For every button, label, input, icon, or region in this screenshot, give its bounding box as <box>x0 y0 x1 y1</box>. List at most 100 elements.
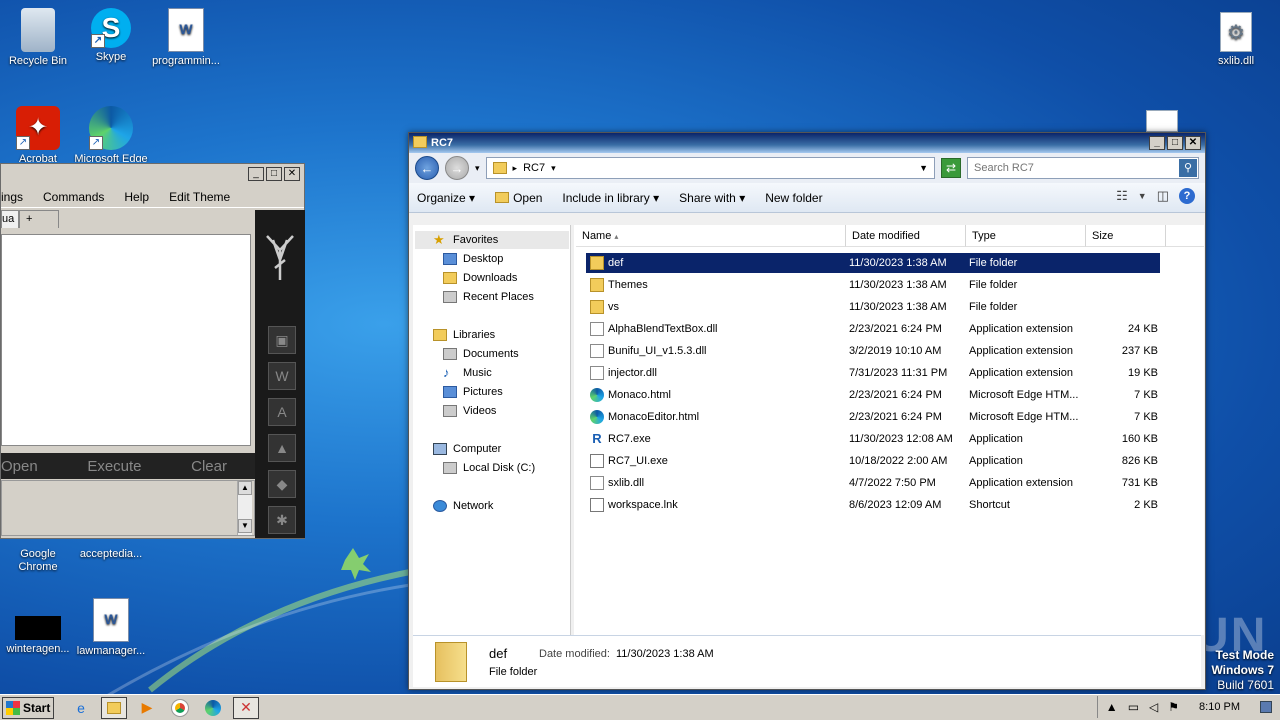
column-type[interactable]: Type <box>966 225 1086 247</box>
shield-icon[interactable]: ◆ <box>268 470 296 498</box>
menu-commands[interactable]: Commands <box>43 190 104 204</box>
recent-dropdown-icon[interactable]: ▾ <box>475 163 480 174</box>
fox-icon[interactable]: ✱ <box>268 506 296 534</box>
explorer-taskbar-icon[interactable] <box>101 696 127 719</box>
explorer-titlebar[interactable]: RC7 _ □ ✕ <box>409 133 1205 153</box>
start-button[interactable]: Start <box>2 696 54 719</box>
nav-videos[interactable]: Videos <box>443 402 496 420</box>
refresh-button[interactable]: ⇄ <box>941 158 961 178</box>
script-hub-icon[interactable]: A <box>268 398 296 426</box>
nav-music[interactable]: ♪ Music <box>443 364 492 382</box>
open-button[interactable]: Open <box>1 458 38 475</box>
search-input[interactable] <box>968 158 1178 178</box>
column-name[interactable]: Name ▴ <box>576 225 846 247</box>
help-icon[interactable]: ? <box>1179 188 1195 204</box>
winteragent-icon[interactable]: winteragen... <box>0 608 76 656</box>
tab-script[interactable]: ua <box>1 210 19 228</box>
skype-icon[interactable]: S ↗ Skype <box>73 8 149 64</box>
scroll-up-icon[interactable]: ▲ <box>238 481 252 495</box>
word-document-icon[interactable]: W programmin... <box>148 8 224 68</box>
address-dropdown-icon[interactable]: ▼ <box>919 163 928 173</box>
nav-computer[interactable]: Computer <box>433 440 501 458</box>
network-tray-icon[interactable]: ▭ <box>1128 700 1139 714</box>
chrome-icon[interactable]: Google Chrome <box>0 540 76 574</box>
preview-pane-icon[interactable]: ◫ <box>1157 188 1169 204</box>
tab-add[interactable]: + <box>19 210 59 228</box>
dll-file-icon-partial[interactable] <box>1146 110 1178 132</box>
menu-edit-theme[interactable]: Edit Theme <box>169 190 230 204</box>
file-row[interactable]: workspace.lnk 8/6/2023 12:09 AM Shortcut 2 … <box>586 495 1160 515</box>
edge-icon[interactable]: ↗ Microsoft Edge <box>73 106 149 162</box>
flag-icon[interactable]: ⚑ <box>1168 700 1179 714</box>
file-row[interactable]: def 11/30/2023 1:38 AM File folder <box>586 253 1160 273</box>
minimize-button[interactable]: _ <box>248 167 264 181</box>
file-row[interactable]: Bunifu_UI_v1.5.3.dll 3/2/2019 10:10 AM App… <box>586 341 1160 361</box>
breadcrumb[interactable]: RC7 <box>523 162 545 174</box>
internet-explorer-icon[interactable]: e <box>68 697 94 719</box>
file-row[interactable]: R RC7.exe 11/30/2023 12:08 AM Application 16… <box>586 429 1160 449</box>
dll-file-icon[interactable]: ⚙ sxlib.dll <box>1198 12 1274 68</box>
nav-pictures[interactable]: Pictures <box>443 383 503 401</box>
close-button[interactable]: ✕ <box>284 167 300 181</box>
chevron-right-icon[interactable]: ▸ <box>513 163 518 174</box>
share-with-button[interactable]: Share with ▾ <box>679 191 745 205</box>
recycle-bin-icon[interactable]: Recycle Bin <box>0 8 76 68</box>
new-folder-button[interactable]: New folder <box>765 191 822 205</box>
nav-documents[interactable]: Documents <box>443 345 519 363</box>
address-bar[interactable]: ▸ RC7 ▾ ▼ <box>485 157 935 179</box>
file-row[interactable]: RC7_UI.exe 10/18/2022 2:00 AM Application 8… <box>586 451 1160 471</box>
file-row[interactable]: AlphaBlendTextBox.dll 2/23/2021 6:24 PM Ap… <box>586 319 1160 339</box>
acrobat-icon[interactable]: ✦ ↗ Acrobat <box>0 106 76 162</box>
output-console[interactable]: ▲ ▼ <box>1 480 255 536</box>
file-row[interactable]: injector.dll 7/31/2023 11:31 PM Applicatio… <box>586 363 1160 383</box>
clock[interactable]: 8:10 PM <box>1199 701 1240 713</box>
scroll-down-icon[interactable]: ▼ <box>238 519 252 533</box>
drive-icon[interactable]: ▲ <box>268 434 296 462</box>
back-button[interactable]: ← <box>415 156 439 180</box>
column-size[interactable]: Size <box>1086 225 1166 247</box>
nav-favorites[interactable]: ★ Favorites <box>415 231 569 249</box>
menu-help[interactable]: Help <box>124 190 149 204</box>
tray-expand-icon[interactable]: ▲ <box>1106 700 1118 714</box>
script-editor[interactable] <box>1 234 251 446</box>
file-row[interactable]: sxlib.dll 4/7/2022 7:50 PM Application ext… <box>586 473 1160 493</box>
include-in-library-button[interactable]: Include in library ▾ <box>562 191 659 205</box>
chrome-taskbar-icon[interactable] <box>167 697 193 719</box>
clear-button[interactable]: Clear <box>191 458 227 475</box>
media-player-icon[interactable]: ▶ <box>134 697 160 719</box>
forward-button[interactable]: → <box>445 156 469 180</box>
search-icon[interactable]: ⚲ <box>1179 159 1197 177</box>
nav-local-disk[interactable]: Local Disk (C:) <box>443 459 535 477</box>
attach-icon[interactable]: W <box>268 362 296 390</box>
file-row[interactable]: Monaco.html 2/23/2021 6:24 PM Microsoft Ed… <box>586 385 1160 405</box>
open-button[interactable]: Open <box>495 191 542 205</box>
organize-button[interactable]: Organize ▾ <box>417 191 475 205</box>
show-desktop-button[interactable] <box>1260 701 1272 713</box>
close-button[interactable]: ✕ <box>1185 136 1201 150</box>
word-document-icon-2[interactable]: W lawmanager... <box>73 598 149 658</box>
nav-network[interactable]: Network <box>433 497 493 515</box>
nav-recent-places[interactable]: Recent Places <box>443 288 534 306</box>
nav-desktop[interactable]: Desktop <box>443 250 503 268</box>
chevron-down-icon[interactable]: ▾ <box>551 163 556 174</box>
nav-libraries[interactable]: Libraries <box>433 326 495 344</box>
nav-downloads[interactable]: Downloads <box>443 269 517 287</box>
accepted-doc-icon[interactable]: acceptedia... <box>73 540 149 561</box>
view-dropdown-icon[interactable]: ▼ <box>1138 191 1147 201</box>
edge-taskbar-icon[interactable] <box>200 697 226 719</box>
file-row[interactable]: MonacoEditor.html 2/23/2021 6:24 PM Micros… <box>586 407 1160 427</box>
file-row[interactable]: vs 11/30/2023 1:38 AM File folder <box>586 297 1160 317</box>
file-row[interactable]: Themes 11/30/2023 1:38 AM File folder <box>586 275 1160 295</box>
maximize-button[interactable]: □ <box>266 167 282 181</box>
output-scrollbar[interactable]: ▲ ▼ <box>237 481 252 535</box>
save-icon[interactable]: ▣ <box>268 326 296 354</box>
execute-button[interactable]: Execute <box>87 458 141 475</box>
minimize-button[interactable]: _ <box>1149 136 1165 150</box>
column-date-modified[interactable]: Date modified <box>846 225 966 247</box>
maximize-button[interactable]: □ <box>1167 136 1183 150</box>
menu-settings[interactable]: ings <box>1 190 23 204</box>
volume-icon[interactable]: ◁ <box>1149 700 1158 714</box>
rc7-taskbar-icon[interactable]: ✕ <box>233 696 259 719</box>
view-options-icon[interactable]: ☷ <box>1116 188 1128 204</box>
rc7-titlebar[interactable]: _ □ ✕ <box>1 164 304 186</box>
